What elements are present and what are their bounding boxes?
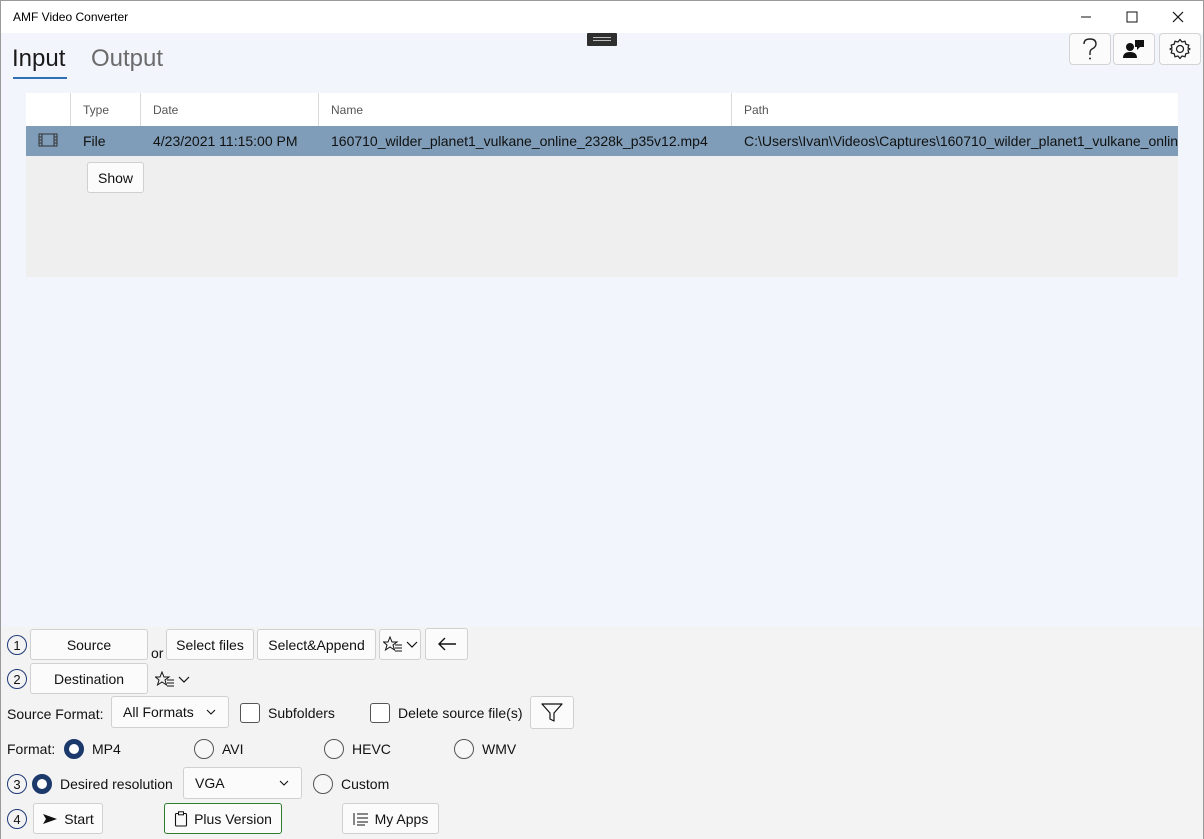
step-4-badge: 4 <box>7 809 27 829</box>
maximize-icon <box>1126 11 1138 23</box>
chevron-down-icon <box>406 641 418 648</box>
format-label: Format: <box>7 741 56 757</box>
start-label: Start <box>64 810 94 827</box>
delete-source-label: Delete source file(s) <box>398 705 523 721</box>
format-avi-radio[interactable] <box>194 739 214 759</box>
my-apps-label: My Apps <box>374 810 429 827</box>
send-icon <box>43 813 58 824</box>
filter-button[interactable] <box>530 696 574 729</box>
close-button[interactable] <box>1155 1 1201 33</box>
app-window: AMF Video Converter Input Output Type Da… <box>0 0 1204 839</box>
delete-source-checkbox[interactable] <box>370 703 390 723</box>
column-header-date[interactable]: Date <box>140 93 318 126</box>
source-format-value: All Formats <box>123 704 194 720</box>
column-header-type[interactable]: Type <box>70 93 140 126</box>
input-panel: Input Output Type Date Name Path File 4/… <box>1 33 1203 627</box>
clipboard-icon <box>175 810 188 827</box>
drag-handle[interactable] <box>587 33 617 46</box>
format-hevc-radio[interactable] <box>324 739 344 759</box>
format-avi-label: AVI <box>222 741 244 757</box>
destination-button[interactable]: Destination <box>30 663 148 694</box>
title-bar[interactable]: AMF Video Converter <box>1 1 1203 33</box>
back-button[interactable] <box>425 628 468 660</box>
cell-name: 160710_wilder_planet1_vulkane_online_232… <box>331 133 708 149</box>
plus-version-label: Plus Version <box>194 810 272 827</box>
custom-resolution-radio[interactable] <box>313 774 333 794</box>
desired-resolution-label: Desired resolution <box>60 776 173 792</box>
show-button[interactable]: Show <box>87 162 144 193</box>
app-title: AMF Video Converter <box>13 10 129 24</box>
person-chat-icon <box>1123 40 1144 58</box>
format-hevc-label: HEVC <box>352 741 391 757</box>
chevron-down-icon <box>178 676 190 683</box>
source-format-dropdown[interactable]: All Formats <box>111 696 229 728</box>
format-wmv-label: WMV <box>482 741 517 757</box>
film-icon <box>38 133 58 147</box>
column-header-icon[interactable] <box>26 93 70 126</box>
source-format-label: Source Format: <box>7 706 104 722</box>
plus-version-button[interactable]: Plus Version <box>164 803 282 834</box>
source-favorites-button[interactable] <box>379 629 421 660</box>
conversion-controls: 1 Source or Select files Select&Append 2… <box>1 627 1203 839</box>
select-files-button[interactable]: Select files <box>166 629 254 660</box>
maximize-button[interactable] <box>1109 1 1155 33</box>
table-row[interactable]: File 4/23/2021 11:15:00 PM 160710_wilder… <box>26 126 1178 156</box>
settings-button[interactable] <box>1159 33 1201 65</box>
minimize-button[interactable] <box>1063 1 1109 33</box>
chevron-down-icon <box>279 780 289 786</box>
select-append-button[interactable]: Select&Append <box>257 629 376 660</box>
feedback-button[interactable] <box>1113 33 1155 65</box>
arrow-left-icon <box>437 637 456 651</box>
tab-output[interactable]: Output <box>91 45 163 73</box>
minimize-icon <box>1081 16 1091 18</box>
file-grid[interactable]: Type Date Name Path File 4/23/2021 11:15… <box>26 93 1178 277</box>
list-icon <box>353 812 368 825</box>
custom-resolution-label: Custom <box>341 776 390 792</box>
cell-date: 4/23/2021 11:15:00 PM <box>153 133 298 149</box>
column-header-path[interactable]: Path <box>731 93 1178 126</box>
destination-favorites-button[interactable] <box>151 664 193 695</box>
chevron-down-icon <box>206 709 216 715</box>
star-list-icon <box>155 670 174 686</box>
format-mp4-label: MP4 <box>92 741 121 757</box>
gear-icon <box>1169 38 1191 60</box>
resolution-dropdown[interactable]: VGA <box>183 767 302 799</box>
help-button[interactable] <box>1069 33 1111 65</box>
cell-path: C:\Users\Ivan\Videos\Captures\160710_wil… <box>744 133 1178 149</box>
tab-selected-indicator <box>13 77 67 79</box>
cell-type: File <box>83 133 106 149</box>
format-mp4-radio[interactable] <box>64 739 84 759</box>
star-list-icon <box>383 635 402 651</box>
subfolders-label: Subfolders <box>268 705 335 721</box>
desired-resolution-radio[interactable] <box>32 774 52 794</box>
tab-input[interactable]: Input <box>12 45 65 73</box>
grid-header: Type Date Name Path <box>26 93 1178 126</box>
step-1-badge: 1 <box>7 635 27 655</box>
resolution-value: VGA <box>195 775 225 791</box>
column-header-name[interactable]: Name <box>318 93 731 126</box>
start-button[interactable]: Start <box>33 803 103 834</box>
close-icon <box>1172 11 1184 23</box>
filter-icon <box>541 702 563 722</box>
my-apps-button[interactable]: My Apps <box>342 803 439 834</box>
step-2-badge: 2 <box>7 669 27 689</box>
source-button[interactable]: Source <box>30 629 148 660</box>
subfolders-checkbox[interactable] <box>240 703 260 723</box>
question-icon <box>1083 38 1097 60</box>
format-wmv-radio[interactable] <box>454 739 474 759</box>
or-label: or <box>151 645 164 661</box>
step-3-badge: 3 <box>7 774 27 794</box>
